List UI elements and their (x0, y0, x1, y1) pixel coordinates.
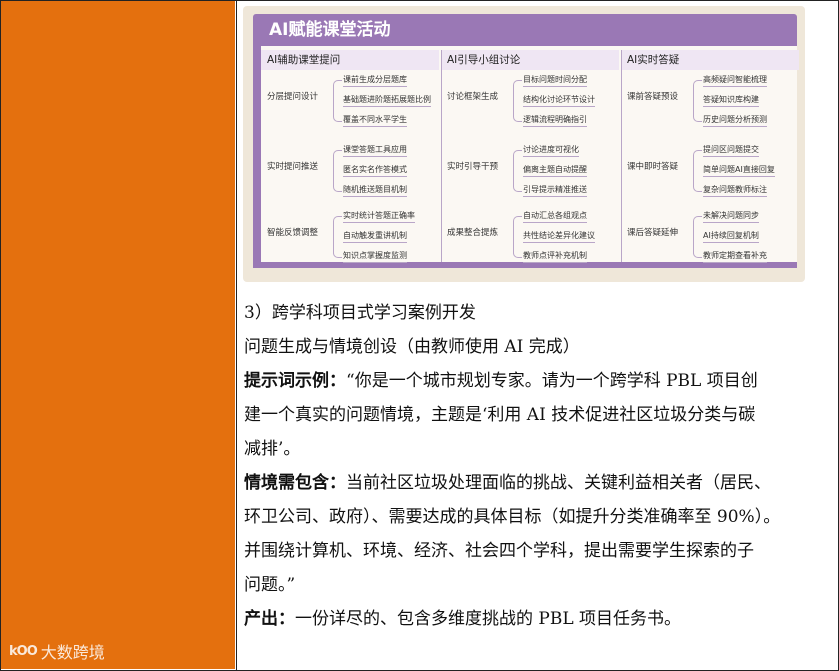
group-label: 成果整合提炼 (447, 228, 499, 238)
output-line: 产出：一份详尽的、包含多维度挑战的 PBL 项目任务书。 (244, 602, 834, 636)
group-label: 课前答疑预设 (627, 92, 679, 102)
column-3: AI实时答疑课前答疑预设 高频疑问智能梳理 答疑知识库构建 历史问题分析预测课中即时答… (621, 46, 801, 263)
leaf-item: 匿名实名作答模式 (343, 164, 407, 177)
column-separator (621, 50, 622, 262)
group-label: 分层提问设计 (267, 92, 319, 102)
leaf-item: 覆盖不同水平学生 (343, 114, 407, 127)
output-text: 一份详尽的、包含多维度挑战的 PBL 项目任务书。 (295, 609, 682, 629)
main-text: 3）跨学科项目式学习案例开发 问题生成与情境创设（由教师使用 AI 完成） 提示… (244, 296, 834, 636)
leaf-item: 教师定期查看补充 (703, 250, 767, 263)
ai-activity-figure: AI赋能课堂活动 AI辅助课堂提问分层提问设计 课前生成分层题库基础题进阶题拓展题… (243, 6, 805, 282)
column-separator (441, 50, 442, 262)
group-brace (333, 216, 342, 258)
leaf-item: 复杂问题教师标注 (703, 184, 767, 197)
group-label: 实时引导干预 (447, 162, 499, 172)
leaf-item: 逻辑流程明确指引 (523, 114, 587, 127)
prompt-line-2: 建一个真实的问题情境，主题是‘利用 AI 技术促进社区垃圾分类与碳 (244, 405, 756, 425)
leaf-item: 共性结论差异化建议 (523, 230, 595, 243)
context-line-4: 问题。” (244, 575, 296, 595)
group-brace (693, 216, 702, 258)
figure-body: AI辅助课堂提问分层提问设计 课前生成分层题库基础题进阶题拓展题比例 覆盖不同水平学… (253, 46, 799, 268)
group-brace (693, 150, 702, 192)
group-label: 讨论框架生成 (447, 92, 499, 102)
prompt-text-1: “你是一个城市规划专家。请为一个跨学科 PBL 项目创 (346, 371, 758, 391)
leaf-item: 结构化讨论环节设计 (523, 94, 595, 107)
subheading: 问题生成与情境创设（由教师使用 AI 完成） (244, 337, 580, 357)
left-column: kOO 大数跨境 (1, 1, 235, 669)
column-divider (236, 0, 237, 671)
leaf-item: 知识点掌握度监测 (343, 250, 407, 263)
leaf-item: 答疑知识库构建 (703, 94, 759, 107)
context-line-2: 环卫公司、政府）、需要达成的具体目标（如提升分类准确率至 90%）。 (244, 507, 781, 527)
group-label: 课后答疑延伸 (627, 228, 679, 238)
context-text-1: 当前社区垃圾处理面临的挑战、关键利益相关者（居民、 (346, 473, 771, 493)
leaf-item: 简单问题AI直接回复 (703, 164, 775, 177)
watermark-text: 大数跨境 (40, 643, 105, 662)
section-heading: 3）跨学科项目式学习案例开发 (244, 303, 476, 323)
group-brace (333, 150, 342, 192)
group-brace (693, 80, 702, 122)
leaf-item: AI持续回复机制 (703, 230, 759, 243)
group-label: 实时提问推送 (267, 162, 319, 172)
group-brace (333, 80, 342, 122)
leaf-item: 自动汇总各组观点 (523, 210, 587, 223)
leaf-item: 高频疑问智能梳理 (703, 74, 767, 87)
leaf-item: 基础题进阶题拓展题比例 (343, 94, 431, 107)
leaf-item: 自动触发重讲机制 (343, 230, 407, 243)
context-line-1: 情境需包含：当前社区垃圾处理面临的挑战、关键利益相关者（居民、 (244, 466, 834, 500)
leaf-item: 教师点评补充机制 (523, 250, 587, 263)
column-heading: AI引导小组讨论 (441, 50, 619, 70)
leaf-item: 课堂答题工具应用 (343, 144, 407, 157)
column-heading: AI辅助课堂提问 (261, 50, 439, 70)
group-label: 课中即时答疑 (627, 162, 679, 172)
leaf-item: 引导提示精准推送 (523, 184, 587, 197)
leaf-item: 目标问题时间分配 (523, 74, 587, 87)
watermark-logo: kOO (9, 643, 38, 659)
prompt-line-3: 减排’。 (244, 439, 301, 459)
leaf-item: 历史问题分析预测 (703, 114, 767, 127)
group-brace (513, 216, 522, 258)
leaf-item: 未解决问题同步 (703, 210, 759, 223)
leaf-item: 课前生成分层题库 (343, 74, 407, 87)
leaf-item: 随机推送题目机制 (343, 184, 407, 197)
prompt-label: 提示词示例： (244, 371, 346, 391)
group-label: 智能反馈调整 (267, 228, 319, 238)
group-brace (513, 150, 522, 192)
column-heading: AI实时答疑 (621, 50, 799, 70)
context-line-3: 并围绕计算机、环境、经济、社会四个学科，提出需要学生探索的子 (244, 541, 754, 561)
figure-title: AI赋能课堂活动 (253, 14, 797, 46)
column-1: AI辅助课堂提问分层提问设计 课前生成分层题库基础题进阶题拓展题比例 覆盖不同水平学… (261, 46, 441, 263)
watermark: kOO 大数跨境 (9, 639, 105, 663)
output-label: 产出： (244, 609, 295, 629)
leaf-item: 偏离主题自动提醒 (523, 164, 587, 177)
leaf-item: 提问区问题提交 (703, 144, 759, 157)
context-label: 情境需包含： (244, 473, 346, 493)
leaf-item: 实时统计答题正确率 (343, 210, 415, 223)
column-2: AI引导小组讨论讨论框架生成 目标问题时间分配 结构化讨论环节设计 逻辑流程明确指引实… (441, 46, 621, 263)
prompt-line-1: 提示词示例：“你是一个城市规划专家。请为一个跨学科 PBL 项目创 (244, 364, 834, 398)
leaf-item: 讨论进度可视化 (523, 144, 579, 157)
group-brace (513, 80, 522, 122)
